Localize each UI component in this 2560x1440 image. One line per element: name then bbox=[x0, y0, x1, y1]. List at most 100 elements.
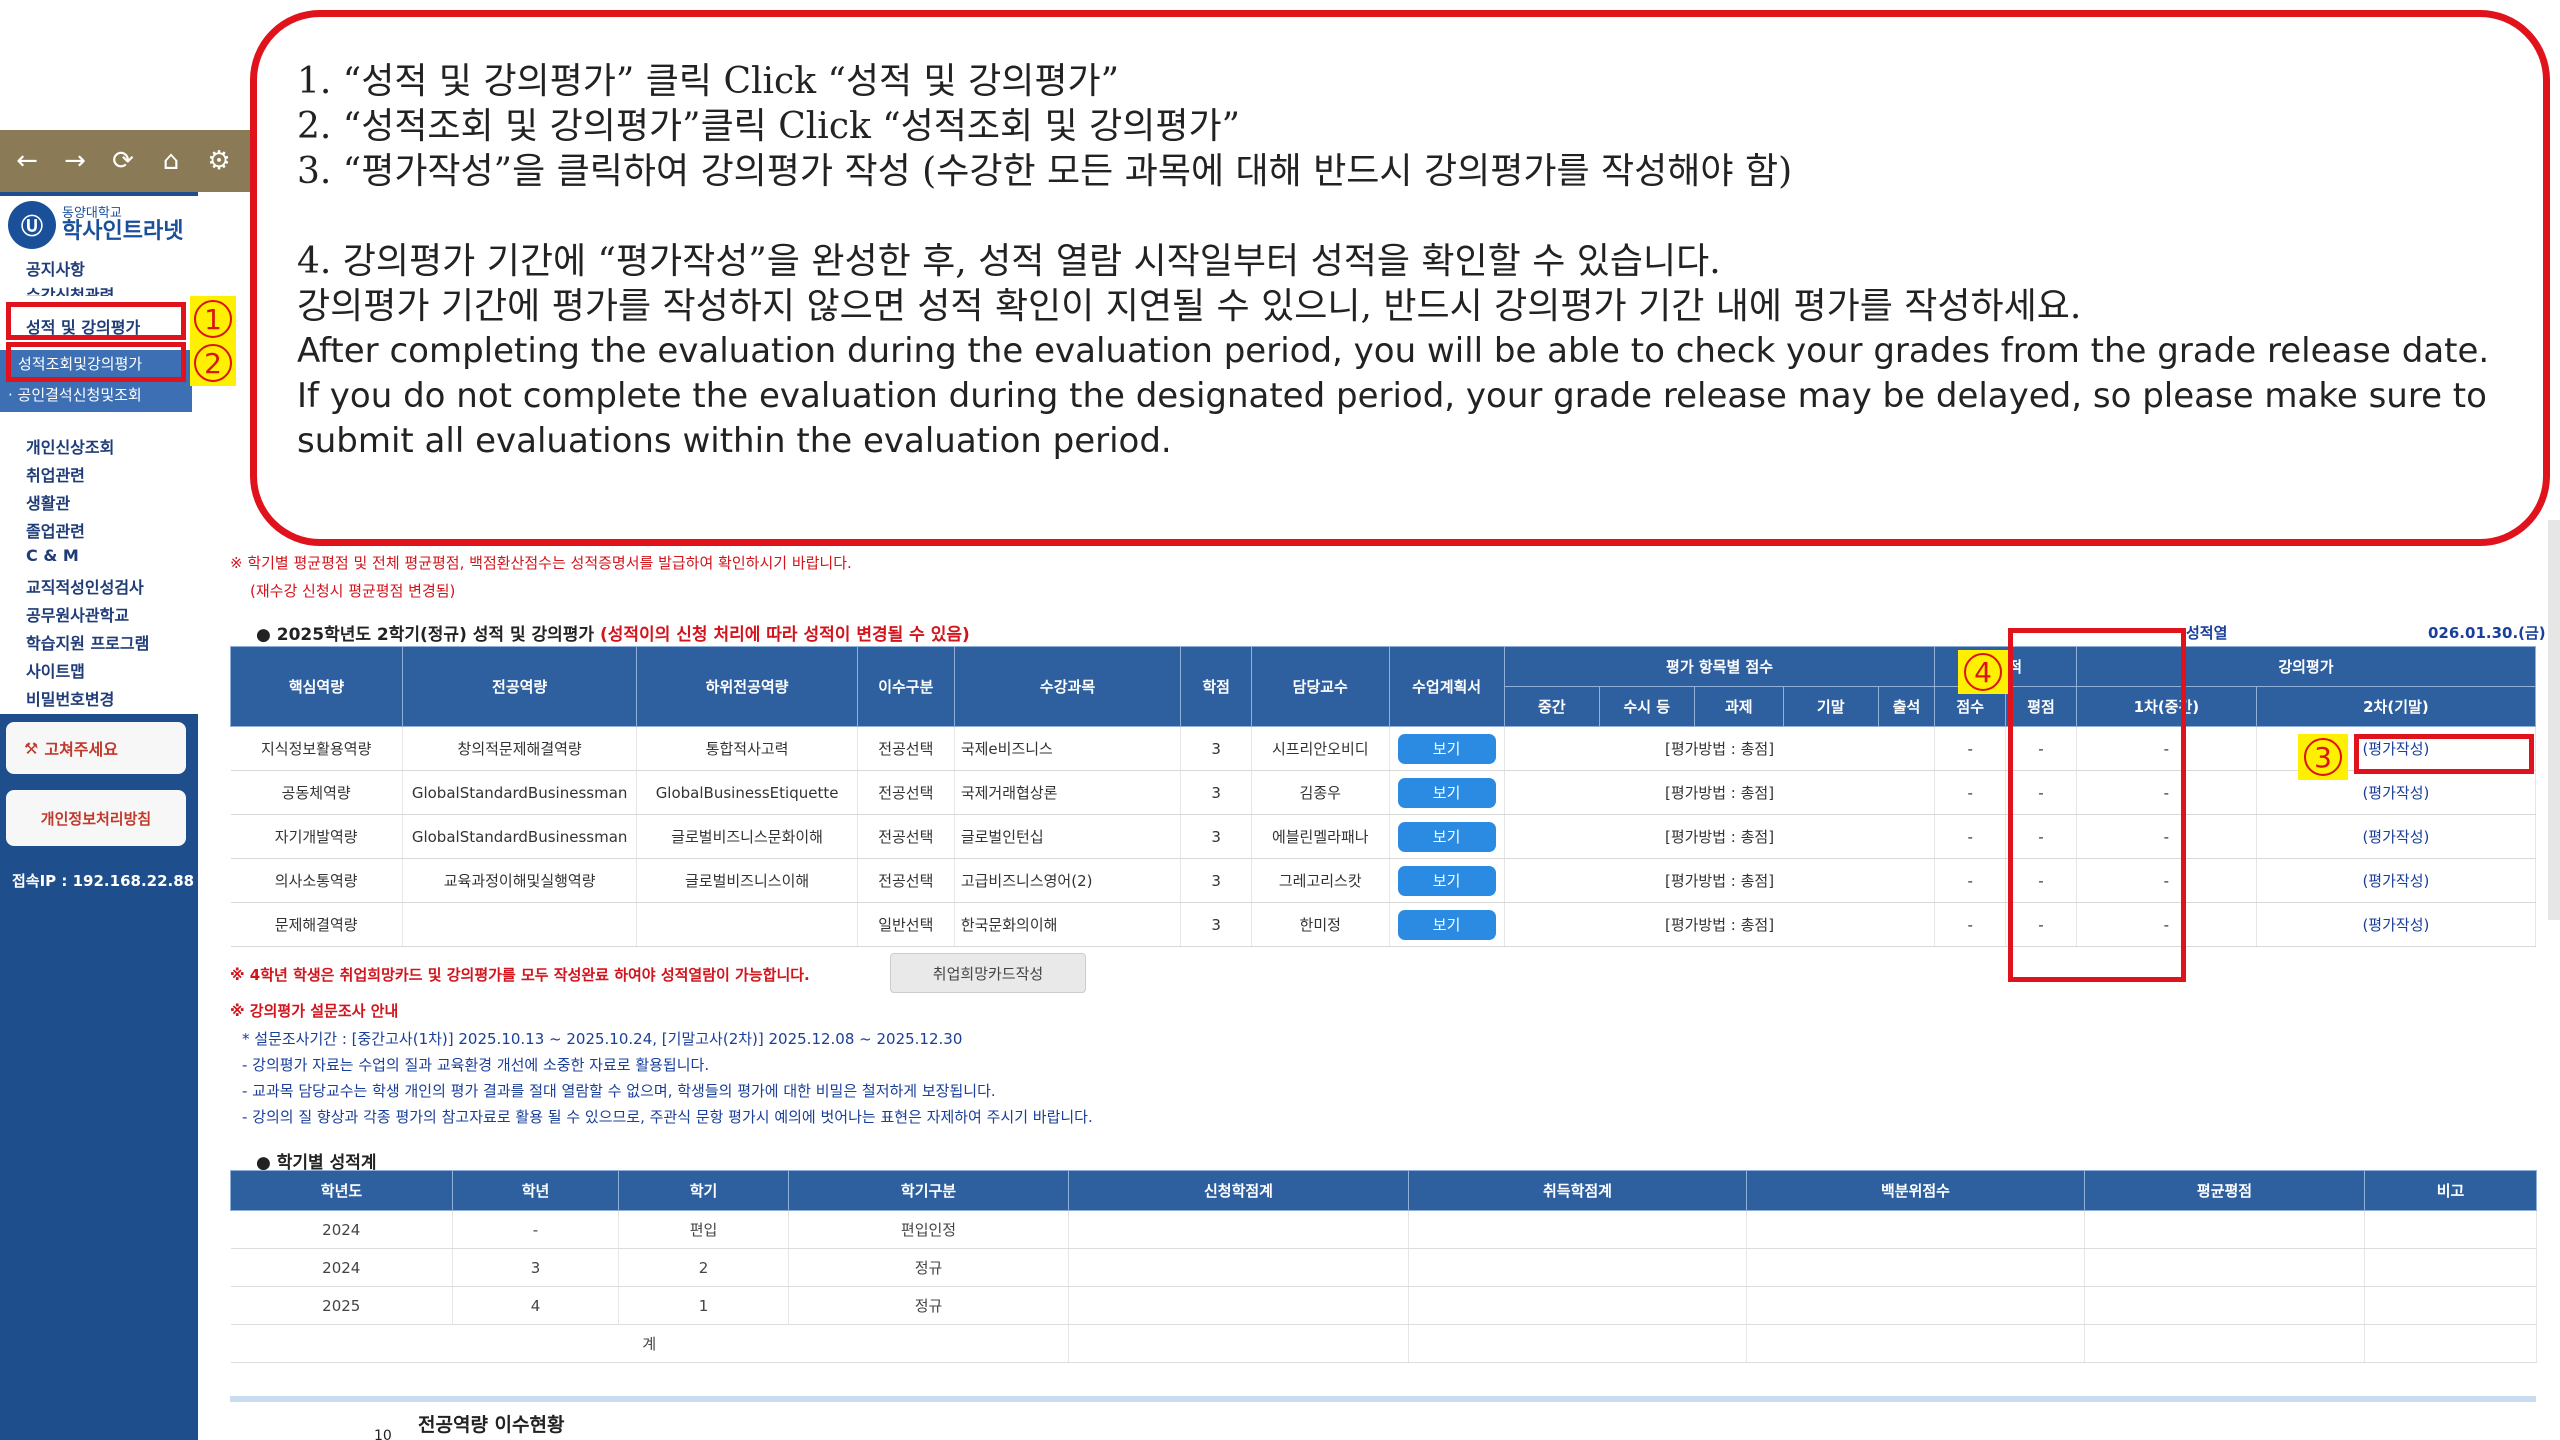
header-hw: 과제 bbox=[1693, 686, 1784, 727]
table-row: 2025 4 1 정규 bbox=[230, 1286, 2537, 1325]
forward-arrow-icon[interactable]: → bbox=[62, 146, 88, 176]
sidebar-item-civil-service[interactable]: 공무원사관학교 bbox=[26, 602, 129, 626]
cell-major: GlobalStandardBusinessman bbox=[402, 770, 638, 815]
cell-empty bbox=[2364, 1286, 2537, 1325]
view-syllabus-button[interactable]: 보기 bbox=[1397, 733, 1496, 764]
cell-eval2: (평가작성) bbox=[2256, 814, 2537, 859]
cell-credit: 3 bbox=[1180, 726, 1253, 771]
view-syllabus-button[interactable]: 보기 bbox=[1397, 909, 1496, 940]
view-syllabus-button[interactable]: 보기 bbox=[1397, 865, 1496, 896]
cell-credit: 3 bbox=[1180, 814, 1253, 859]
cell-empty bbox=[1408, 1324, 1747, 1363]
instruction-line-3: 3. “평가작성”을 클릭하여 강의평가 작성 (수강한 모든 과목에 대해 반… bbox=[297, 151, 1793, 192]
header-applied-credits: 신청학점계 bbox=[1068, 1170, 1409, 1211]
cell-empty bbox=[1068, 1248, 1409, 1287]
cell-core: 자기개발역량 bbox=[230, 814, 403, 859]
cell-sub: 글로벌비즈니스이해 bbox=[636, 858, 858, 903]
survey-title: ※ 강의평가 설문조사 안내 bbox=[230, 1002, 399, 1020]
cell-method: [평가방법 : 총점] bbox=[1504, 858, 1936, 903]
cell-core: 의사소통역량 bbox=[230, 858, 403, 903]
cell-score: - bbox=[1934, 770, 2007, 815]
cell-empty bbox=[1068, 1324, 1409, 1363]
release-date: 026.01.30.(금) bbox=[2428, 624, 2546, 642]
release-label: 성적열 bbox=[2186, 624, 2228, 642]
survey-note-3: - 강의의 질 향상과 각종 평가의 참고자료로 활용 될 수 있으므로, 주관… bbox=[242, 1108, 1093, 1126]
cell-total: 계 bbox=[230, 1324, 1069, 1363]
ip-address: 접속IP : 192.168.22.88 bbox=[12, 872, 195, 890]
sidebar-subitem-absence[interactable]: · 공인결석신청및조회 bbox=[0, 378, 192, 412]
instruction-line-1: 1. “성적 및 강의평가” 클릭 Click “성적 및 강의평가” bbox=[297, 61, 1119, 102]
write-evaluation-link[interactable]: (평가작성) bbox=[2362, 916, 2429, 934]
sidebar-item-sitemap[interactable]: 사이트맵 bbox=[26, 658, 85, 682]
cell-prof: 시프리안오비디 bbox=[1251, 726, 1390, 771]
gpa-notice: ※ 학기별 평균평점 및 전체 평균평점, 백점환산점수는 성적증명서를 발급하… bbox=[230, 554, 852, 572]
cell-plan: 보기 bbox=[1389, 902, 1505, 947]
write-evaluation-link[interactable]: (평가작성) bbox=[2362, 872, 2429, 890]
header-mid: 중간 bbox=[1503, 686, 1600, 727]
sidebar-item-teacher-aptitude[interactable]: 교직적성인성검사 bbox=[26, 574, 144, 598]
cell-semester-type: 정규 bbox=[788, 1286, 1069, 1325]
cell-major: 교육과정이해및실행역량 bbox=[402, 858, 638, 903]
sidebar-item-notice[interactable]: 공지사항 bbox=[26, 256, 85, 280]
instruction-line-5: 강의평가 기간에 평가를 작성하지 않으면 성적 확인이 지연될 수 있으니, … bbox=[297, 286, 2082, 327]
sidebar-item-personal-info[interactable]: 개인신상조회 bbox=[26, 434, 114, 458]
header-earned-credits: 취득학점계 bbox=[1408, 1170, 1747, 1211]
cell-empty bbox=[1068, 1210, 1409, 1249]
survey-period: * 설문조사기간 : [중간고사(1차)] 2025.10.13 ~ 2025.… bbox=[242, 1030, 963, 1048]
header-attend: 출석 bbox=[1877, 686, 1936, 727]
sidebar-item-registration[interactable]: 수강신청관련 bbox=[26, 282, 114, 296]
reload-icon[interactable]: ⟳ bbox=[110, 146, 136, 176]
sidebar-item-learning-support[interactable]: 학습지원 프로그램 bbox=[26, 630, 149, 654]
cell-grade-level: 3 bbox=[452, 1248, 619, 1287]
university-logo[interactable]: Ⓤ 동양대학교 학사인트라넷 bbox=[0, 196, 198, 254]
sidebar-item-dormitory[interactable]: 생활관 bbox=[26, 490, 70, 514]
cell-score: - bbox=[1934, 814, 2007, 859]
view-syllabus-button[interactable]: 보기 bbox=[1397, 821, 1496, 852]
retake-notice: (재수강 신청시 평균평점 변경됨) bbox=[250, 582, 456, 600]
sidebar-item-cm[interactable]: C & M bbox=[26, 546, 79, 565]
report-issue-button[interactable]: ⚒ 고쳐주세요 bbox=[6, 722, 186, 774]
cell-eval2: (평가작성) bbox=[2256, 858, 2537, 903]
cell-empty bbox=[1746, 1286, 2085, 1325]
cell-empty bbox=[1746, 1324, 2085, 1363]
cell-empty bbox=[2364, 1324, 2537, 1363]
cell-course: 국제거래협상론 bbox=[954, 770, 1182, 815]
table-row: 2024 - 편입 편입인정 bbox=[230, 1210, 2537, 1249]
sidebar-item-employment[interactable]: 취업관련 bbox=[26, 462, 85, 486]
scrollbar[interactable] bbox=[2548, 520, 2560, 920]
write-evaluation-link[interactable]: (평가작성) bbox=[2362, 784, 2429, 802]
section-divider bbox=[230, 1396, 2536, 1402]
cell-type: 일반선택 bbox=[857, 902, 955, 947]
cell-type: 전공선택 bbox=[857, 858, 955, 903]
cell-credit: 3 bbox=[1180, 858, 1253, 903]
back-arrow-icon[interactable]: ← bbox=[14, 146, 40, 176]
write-evaluation-link[interactable]: (평가작성) bbox=[2362, 828, 2429, 846]
cell-score: - bbox=[1934, 858, 2007, 903]
grades-table: 핵심역량 전공역량 하위전공역량 이수구분 수강과목 학점 담당교수 수업계획서… bbox=[230, 646, 2537, 947]
survey-note-1: - 강의평가 자료는 수업의 질과 교육환경 개선에 소중한 자료로 활용됩니다… bbox=[242, 1056, 710, 1074]
header-grade-level: 학년 bbox=[452, 1170, 619, 1211]
tools-icon: ⚒ bbox=[24, 738, 39, 758]
view-syllabus-button[interactable]: 보기 bbox=[1397, 777, 1496, 808]
sidebar-item-graduation[interactable]: 졸업관련 bbox=[26, 518, 85, 542]
cell-year: 2025 bbox=[230, 1286, 453, 1325]
job-card-button[interactable]: 취업희망카드작성 bbox=[890, 953, 1086, 993]
cell-grade-level: - bbox=[452, 1210, 619, 1249]
cell-semester: 편입 bbox=[618, 1210, 789, 1249]
cell-empty bbox=[1408, 1210, 1747, 1249]
sidebar-item-password[interactable]: 비밀번호변경 bbox=[26, 686, 114, 710]
site-settings-icon[interactable]: ⚙ bbox=[206, 146, 232, 176]
cell-year: 2024 bbox=[230, 1210, 453, 1249]
header-semester-type: 학기구분 bbox=[788, 1170, 1069, 1211]
instruction-line-7: If you do not complete the evaluation du… bbox=[297, 376, 2487, 461]
annotation-box-4 bbox=[2008, 628, 2186, 982]
cell-sub: 글로벌비즈니스문화이해 bbox=[636, 814, 858, 859]
header-score-group: 평가 항목별 점수 bbox=[1503, 646, 1936, 687]
header-remarks: 비고 bbox=[2364, 1170, 2537, 1211]
cell-empty bbox=[1408, 1248, 1747, 1287]
cell-method: [평가방법 : 총점] bbox=[1504, 726, 1936, 771]
privacy-policy-button[interactable]: 개인정보처리방침 bbox=[6, 790, 186, 846]
home-icon[interactable]: ⌂ bbox=[158, 146, 184, 176]
cell-plan: 보기 bbox=[1389, 726, 1505, 771]
header-plan: 수업계획서 bbox=[1388, 646, 1505, 727]
